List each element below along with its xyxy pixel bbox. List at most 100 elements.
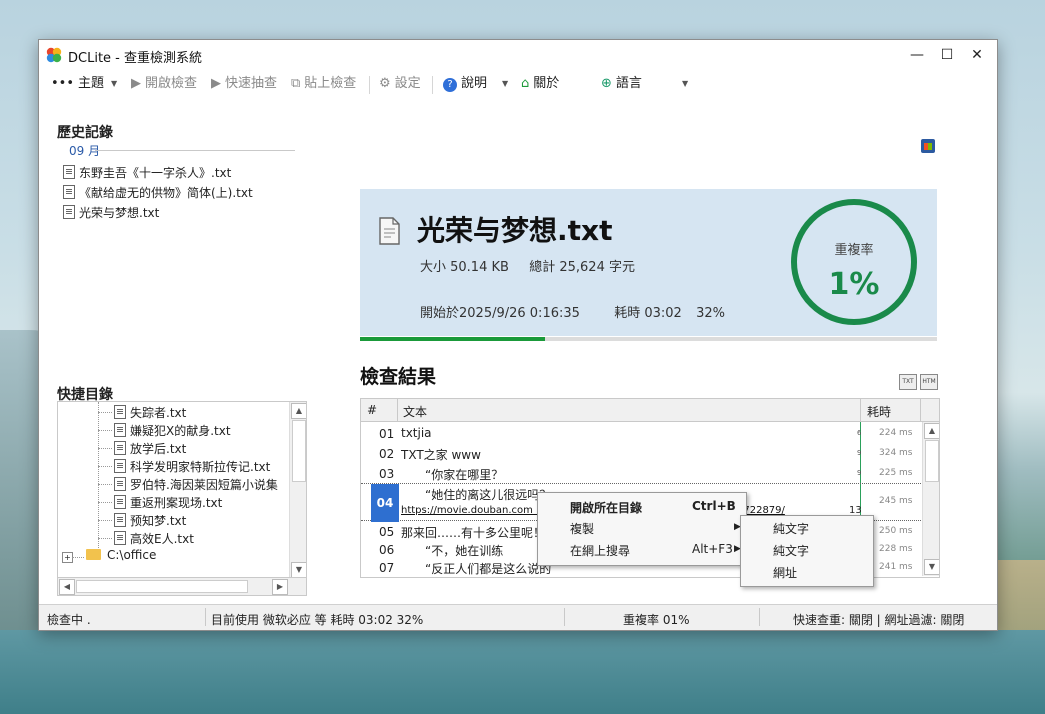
submenu-item-plain-text[interactable]: 純文字	[773, 520, 809, 537]
tree-item[interactable]: 放学后.txt	[114, 440, 186, 457]
quick-check-label: 快速抽查	[225, 76, 278, 91]
status-divider	[564, 608, 565, 626]
tree-item[interactable]: 重返刑案现场.txt	[114, 494, 222, 511]
tree-item[interactable]: 预知梦.txt	[114, 512, 186, 529]
tree-item[interactable]: 高效E人.txt	[114, 530, 194, 547]
tree-branch	[98, 502, 112, 503]
col-text-header[interactable]: 文本	[403, 403, 427, 420]
theme-dropdown-icon[interactable]: ▼	[111, 74, 117, 94]
paste-check-button[interactable]: ⧉ 貼上檢查	[291, 74, 356, 94]
export-txt-icon[interactable]: TXT	[899, 374, 917, 390]
status-state: 檢查中 .	[47, 613, 91, 627]
menu-item-copy[interactable]: 複製 ▶	[538, 517, 746, 539]
scroll-thumb[interactable]	[292, 420, 306, 482]
scroll-thumb[interactable]	[76, 580, 248, 593]
help-dropdown-icon[interactable]: ▼	[502, 74, 508, 94]
status-divider	[759, 608, 760, 626]
settings-label: 設定	[394, 76, 421, 91]
gear-icon: ⚙	[379, 76, 391, 91]
document-icon	[63, 185, 75, 199]
menu-item-search-web[interactable]: 在網上搜尋 Alt+F3 ▶	[538, 539, 746, 561]
row-mark: 6	[857, 429, 862, 437]
quick-check-button[interactable]: ▶ 快速抽查	[211, 74, 277, 94]
tree-item-label: 预知梦.txt	[130, 514, 187, 528]
duplicate-rate-ring: 重複率 1%	[791, 199, 917, 325]
history-item[interactable]: 光荣与梦想.txt	[63, 204, 159, 221]
document-icon	[114, 423, 126, 437]
table-row[interactable]: 02 TXT之家 www 9 324 ms	[361, 443, 921, 463]
tree-vscrollbar[interactable]: ▲ ▼	[289, 402, 306, 578]
start-time: 開始於2025/9/26 0:16:35	[420, 306, 580, 321]
menu-item-open-dir[interactable]: 開啟所在目錄 Ctrl+B	[538, 495, 746, 517]
duplicate-rate-value: 1%	[828, 267, 880, 302]
document-icon	[114, 405, 126, 419]
tree-hscrollbar[interactable]: ◀ ▶	[57, 577, 307, 596]
row-num: 01	[379, 427, 395, 441]
col-divider	[920, 399, 921, 421]
theme-label: 主題	[78, 76, 105, 91]
scroll-thumb[interactable]	[925, 440, 939, 482]
row-time: 228 ms	[879, 544, 913, 554]
scroll-right-icon[interactable]: ▶	[272, 579, 288, 595]
tree-item[interactable]: 科学发明家特斯拉传记.txt	[114, 458, 270, 475]
tree-item[interactable]: 罗伯特.海因莱因短篇小说集	[114, 476, 278, 493]
row-text: TXT之家 www	[401, 448, 481, 462]
tree-guide	[98, 402, 100, 552]
results-vscrollbar[interactable]: ▲ ▼	[922, 422, 939, 576]
history-item-label: 光荣与梦想.txt	[79, 206, 160, 220]
open-check-button[interactable]: ▶ 開啟檢查	[131, 74, 197, 94]
export-html-icon[interactable]: HTM	[920, 374, 938, 390]
row-time: 224 ms	[879, 428, 913, 438]
tree-folder[interactable]: C:\office	[86, 548, 156, 562]
file-size: 大小 50.14 KB	[420, 260, 509, 275]
tree-item-label: 罗伯特.海因莱因短篇小说集	[130, 478, 278, 492]
results-title: 檢查結果	[360, 366, 437, 388]
table-row[interactable]: 03 “你家在哪里？ 9 225 ms	[361, 463, 921, 483]
close-button[interactable]: ✕	[963, 44, 991, 66]
scroll-down-icon[interactable]: ▼	[291, 562, 306, 578]
scroll-left-icon[interactable]: ◀	[59, 579, 75, 595]
scroll-down-icon[interactable]: ▼	[924, 559, 939, 575]
language-dropdown-icon[interactable]: ▼	[682, 74, 688, 94]
row-time: 250 ms	[879, 526, 913, 536]
settings-button[interactable]: ⚙ 設定	[379, 74, 421, 94]
history-item[interactable]: 《献给虚无的供物》简体(上).txt	[63, 184, 253, 201]
elapsed-time: 耗時 03:02	[614, 306, 682, 321]
table-row[interactable]: 01 txtjia 6 224 ms	[361, 423, 921, 443]
document-icon	[114, 459, 126, 473]
file-total-chars: 總計 25,624 字元	[529, 260, 635, 275]
tree-item-label: 高效E人.txt	[130, 532, 194, 546]
progress-percent: 32%	[696, 306, 725, 321]
open-check-label: 開啟檢查	[145, 76, 198, 91]
submenu-item-plain-text[interactable]: 純文字	[773, 542, 809, 559]
row-url[interactable]: https://movie.douban.com › s	[401, 505, 548, 516]
results-header: # 文本 耗時	[361, 399, 939, 422]
tree-branch	[72, 557, 84, 558]
history-item[interactable]: 东野圭吾《十一字杀人》.txt	[63, 164, 231, 181]
theme-button[interactable]: ••• 主題	[51, 74, 104, 94]
dots-icon: •••	[51, 76, 75, 91]
minimize-button[interactable]: —	[903, 44, 931, 66]
row-time: 225 ms	[879, 468, 913, 478]
help-button[interactable]: ? 說明	[443, 74, 487, 94]
row-mark: 9	[857, 469, 862, 477]
about-button[interactable]: ⌂ 關於	[521, 74, 559, 94]
col-time-header[interactable]: 耗時	[867, 403, 891, 420]
scroll-up-icon[interactable]: ▲	[924, 423, 939, 439]
file-time-line: 開始於2025/9/26 0:16:35 耗時 03:02 32%	[420, 302, 725, 321]
submenu-item-url[interactable]: 網址	[773, 564, 797, 581]
play-icon: ▶	[211, 76, 221, 91]
store-icon[interactable]	[921, 139, 935, 153]
tree-item[interactable]: 嫌疑犯X的献身.txt	[114, 422, 231, 439]
row-num-selected: 04	[371, 484, 399, 522]
tree-item[interactable]: 失踪者.txt	[114, 404, 186, 421]
col-divider	[397, 399, 398, 421]
scroll-up-icon[interactable]: ▲	[291, 403, 306, 419]
file-name: 光荣与梦想.txt	[417, 214, 613, 247]
col-num-header[interactable]: #	[367, 403, 377, 417]
document-icon	[63, 205, 75, 219]
row-num: 06	[379, 543, 395, 557]
language-button[interactable]: ⊕ 語言	[601, 74, 642, 94]
maximize-button[interactable]: ☐	[933, 44, 961, 66]
help-label: 說明	[461, 76, 488, 91]
